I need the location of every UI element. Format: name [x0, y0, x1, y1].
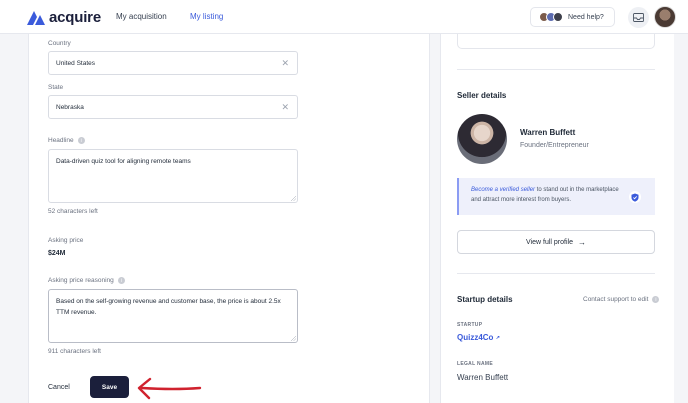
- startup-details-title: Startup details: [457, 295, 513, 304]
- become-verified-link[interactable]: Become a verified seller: [471, 187, 535, 193]
- headline-textarea[interactable]: Data-driven quiz tool for aligning remot…: [48, 149, 298, 203]
- startup-name-link[interactable]: Quizz4Co ↗: [457, 333, 500, 342]
- arrow-right-icon: →: [577, 237, 586, 247]
- state-value: Nebraska: [56, 104, 84, 111]
- info-icon[interactable]: i: [77, 137, 85, 144]
- user-avatar[interactable]: [654, 6, 676, 28]
- need-help-button[interactable]: Need help?: [530, 7, 615, 27]
- state-label: State: [48, 84, 64, 91]
- asking-price-label: Asking price: [48, 237, 84, 244]
- divider: [457, 273, 655, 274]
- reasoning-label-text: Asking price reasoning: [48, 277, 114, 284]
- cancel-button[interactable]: Cancel: [48, 384, 70, 391]
- sidebar-panel: [440, 34, 674, 403]
- previous-card-bottom: [457, 34, 655, 49]
- reasoning-label: Asking price reasoning i: [48, 277, 125, 284]
- headline-label: Headline i: [48, 137, 85, 144]
- country-select[interactable]: United States ✕: [48, 51, 298, 75]
- view-full-profile-label: View full profile: [526, 238, 573, 246]
- advisor-avatar-3: [553, 12, 563, 22]
- verify-seller-text: Become a verified seller to stand out in…: [471, 186, 621, 205]
- reasoning-char-count: 911 characters left: [48, 348, 101, 355]
- headline-text: Data-driven quiz tool for aligning remot…: [56, 158, 191, 165]
- country-label: Country: [48, 40, 71, 47]
- info-icon[interactable]: i: [117, 277, 125, 284]
- external-link-icon: ↗: [495, 334, 500, 341]
- clear-state-icon[interactable]: ✕: [281, 102, 289, 113]
- nav-my-acquisition[interactable]: My acquisition: [116, 12, 167, 21]
- nav-my-listing[interactable]: My listing: [190, 12, 223, 21]
- info-icon[interactable]: i: [652, 296, 660, 303]
- contact-support-label: Contact support to edit: [583, 296, 649, 303]
- annotation-arrow-icon: [137, 377, 202, 400]
- brand-name: acquire: [49, 9, 101, 26]
- clear-country-icon[interactable]: ✕: [281, 58, 289, 69]
- verified-shield-icon: [629, 191, 641, 203]
- logo-mark-icon: [27, 10, 45, 25]
- contact-support-note: Contact support to edit i: [583, 296, 660, 303]
- view-full-profile-button[interactable]: View full profile →: [457, 230, 655, 254]
- country-value: United States: [56, 60, 96, 67]
- reasoning-textarea[interactable]: Based on the self-growing revenue and cu…: [48, 289, 298, 343]
- startup-caption: STARTUP: [457, 322, 483, 328]
- seller-avatar: [457, 114, 507, 164]
- seller-name: Warren Buffett: [520, 128, 576, 137]
- asking-price-value: $24M: [48, 250, 66, 257]
- reasoning-text: Based on the self-growing revenue and cu…: [56, 298, 281, 316]
- save-button[interactable]: Save: [90, 376, 129, 398]
- headline-char-count: 52 characters left: [48, 208, 98, 215]
- seller-role: Founder/Entrepreneur: [520, 142, 589, 149]
- verify-seller-banner: Become a verified seller to stand out in…: [457, 178, 655, 215]
- seller-details-title: Seller details: [457, 91, 507, 100]
- inbox-button[interactable]: [628, 7, 649, 28]
- divider: [457, 69, 655, 70]
- startup-name: Quizz4Co: [457, 333, 494, 342]
- resize-handle-icon[interactable]: [291, 196, 296, 201]
- top-navigation-bar: acquire My acquisition My listing Need h…: [0, 0, 688, 34]
- state-select[interactable]: Nebraska ✕: [48, 95, 298, 119]
- need-help-label: Need help?: [568, 13, 604, 21]
- legal-name-value: Warren Buffett: [457, 373, 509, 382]
- acquire-logo[interactable]: acquire: [27, 9, 101, 26]
- headline-label-text: Headline: [48, 137, 74, 144]
- legal-name-caption: LEGAL NAME: [457, 361, 493, 367]
- inbox-icon: [633, 13, 644, 22]
- resize-handle-icon[interactable]: [291, 336, 296, 341]
